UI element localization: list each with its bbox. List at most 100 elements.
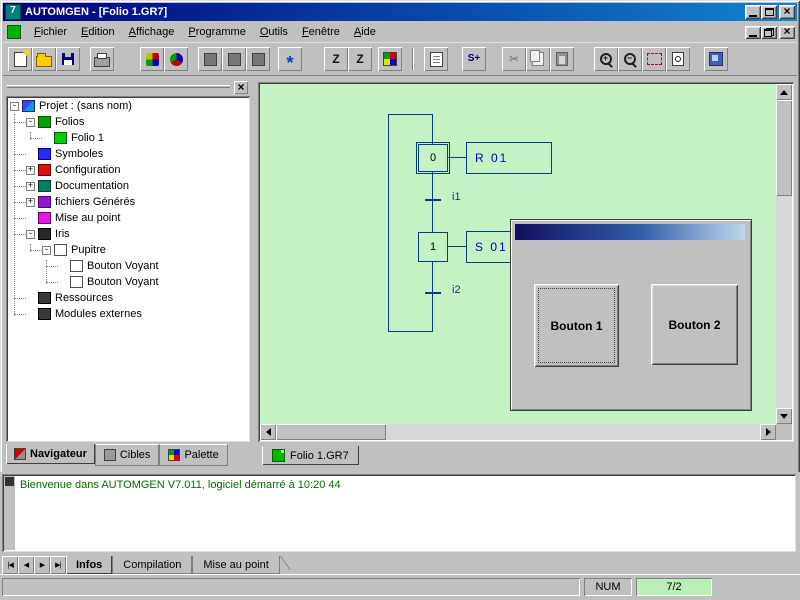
grafcet-transition-2[interactable] (425, 292, 441, 294)
copy-button[interactable] (526, 47, 550, 71)
menu-edition[interactable]: Edition (74, 23, 122, 41)
tree-item-folio-1[interactable]: Folio 1 (8, 130, 248, 146)
tree-item-bouton-voyant-1[interactable]: Bouton Voyant (8, 258, 248, 274)
connect-button[interactable]: * (278, 47, 302, 71)
tree-item-configuration[interactable]: + Configuration (8, 162, 248, 178)
grafcet-step-1[interactable]: 1 (418, 232, 448, 262)
zoom-in-button[interactable] (594, 47, 618, 71)
tab-cibles[interactable]: Cibles (95, 444, 160, 466)
open-project-button[interactable] (32, 47, 56, 71)
close-button[interactable] (779, 5, 795, 19)
tab-navigateur[interactable]: Navigateur (6, 444, 95, 464)
vertical-scrollbar[interactable] (776, 84, 792, 424)
menu-aide[interactable]: Aide (347, 23, 383, 41)
gutter-handle[interactable] (5, 477, 14, 486)
tree-item-pupitre[interactable]: - Pupitre (8, 242, 248, 258)
tab-mise-au-point[interactable]: Mise au point (192, 556, 279, 574)
symbol-plus-button[interactable]: S+ (462, 47, 486, 71)
transition-label-i2[interactable]: i2 (452, 285, 461, 296)
print-button[interactable] (90, 47, 114, 71)
expand-toggle[interactable]: - (42, 246, 51, 255)
tree-item-iris[interactable]: - Iris (8, 226, 248, 242)
panel-grip[interactable] (7, 85, 230, 88)
tab-scroll-prev-button[interactable]: ◀ (18, 556, 34, 574)
message-area[interactable]: Bienvenue dans AUTOMGEN V7.011, logiciel… (2, 474, 796, 552)
message-gutter (4, 476, 15, 550)
document-icon[interactable] (7, 25, 21, 39)
run-button-2[interactable] (222, 47, 246, 71)
scroll-left-button[interactable] (260, 424, 276, 440)
scroll-up-button[interactable] (776, 84, 792, 100)
num-label: NUM (595, 581, 620, 593)
tab-infos[interactable]: Infos (66, 556, 112, 574)
tree-item-projet[interactable]: - Projet : (sans nom) (8, 98, 248, 114)
forms-button[interactable] (424, 47, 448, 71)
run-button-1[interactable] (198, 47, 222, 71)
tree-item-fichiers-generes[interactable]: + fichiers Générés (8, 194, 248, 210)
go-button-2[interactable]: Z (348, 47, 372, 71)
tree-item-ressources[interactable]: Ressources (8, 290, 248, 306)
pupitre-title-bar[interactable] (515, 224, 745, 240)
menu-affichage[interactable]: Affichage (122, 23, 182, 41)
menu-fenetre[interactable]: Fenêtre (295, 23, 347, 41)
zoom-page-button[interactable] (666, 47, 690, 71)
tree-item-bouton-voyant-2[interactable]: Bouton Voyant (8, 274, 248, 290)
menu-fichier[interactable]: Fichier (27, 23, 74, 41)
mdi-window-controls (745, 26, 797, 39)
vertical-scroll-thumb[interactable] (776, 100, 792, 196)
horizontal-scrollbar[interactable] (260, 424, 776, 440)
maximize-button[interactable] (761, 5, 777, 19)
panel-close-button[interactable] (234, 81, 248, 94)
expand-toggle[interactable]: - (26, 230, 35, 239)
title-bar[interactable]: 7 AUTOMGEN - [Folio 1.GR7] (3, 3, 797, 21)
expand-toggle[interactable]: - (26, 118, 35, 127)
mdi-restore-button[interactable] (761, 26, 777, 39)
pupitre-window[interactable]: Bouton 1 Bouton 2 (510, 219, 752, 411)
tab-compilation[interactable]: Compilation (112, 556, 192, 574)
grafcet-action-0[interactable]: R 01 (466, 142, 552, 174)
panel-tabs: Navigateur Cibles Palette (6, 444, 228, 466)
iris-button[interactable] (378, 47, 402, 71)
run-button-3[interactable] (246, 47, 270, 71)
build-target-button[interactable] (164, 47, 188, 71)
cut-button[interactable]: ✂ (502, 47, 526, 71)
zoom-selection-button[interactable] (642, 47, 666, 71)
tree-item-documentation[interactable]: + Documentation (8, 178, 248, 194)
tree-item-mise-au-point[interactable]: Mise au point (8, 210, 248, 226)
zoom-out-button[interactable] (618, 47, 642, 71)
tree-item-symboles[interactable]: Symboles (8, 146, 248, 162)
grafcet-step-0[interactable]: 0 (418, 144, 448, 172)
grafcet-transition-1[interactable] (425, 199, 441, 201)
pupitre-bouton-1[interactable]: Bouton 1 (534, 284, 619, 367)
minimize-button[interactable] (745, 5, 761, 19)
mdi-minimize-button[interactable] (745, 26, 761, 39)
tab-scroll-first-button[interactable]: |◀ (2, 556, 18, 574)
paste-button[interactable] (550, 47, 574, 71)
modules-button[interactable] (704, 47, 728, 71)
scroll-right-button[interactable] (760, 424, 776, 440)
tree-item-folios[interactable]: - Folios (8, 114, 248, 130)
save-button[interactable] (56, 47, 80, 71)
expand-toggle[interactable]: - (10, 102, 19, 111)
tab-palette[interactable]: Palette (159, 444, 227, 466)
horizontal-scroll-thumb[interactable] (276, 424, 386, 440)
go-button-1[interactable]: Z (324, 47, 348, 71)
expand-toggle[interactable]: + (26, 182, 35, 191)
menu-programme[interactable]: Programme (181, 23, 252, 41)
expand-toggle[interactable]: + (26, 166, 35, 175)
pupitre-bouton-2[interactable]: Bouton 2 (651, 284, 738, 365)
scroll-down-button[interactable] (776, 408, 792, 424)
mdi-close-button[interactable] (779, 26, 795, 39)
tab-scroll-next-button[interactable]: ▶ (34, 556, 50, 574)
transition-label-i1[interactable]: i1 (452, 192, 461, 203)
menu-outils[interactable]: Outils (253, 23, 295, 41)
tab-scroll-last-button[interactable]: ▶| (50, 556, 66, 574)
project-panel-header[interactable] (4, 80, 252, 96)
build-all-button[interactable] (140, 47, 164, 71)
new-folio-button[interactable] (8, 47, 32, 71)
folio-tab[interactable]: Folio 1.GR7 (262, 446, 359, 465)
expand-toggle[interactable]: + (26, 198, 35, 207)
tree-item-modules-externes[interactable]: Modules externes (8, 306, 248, 322)
arrow-left-icon (262, 428, 271, 436)
folio-canvas[interactable]: 0 R 01 i1 1 S 01 i2 (260, 84, 776, 424)
